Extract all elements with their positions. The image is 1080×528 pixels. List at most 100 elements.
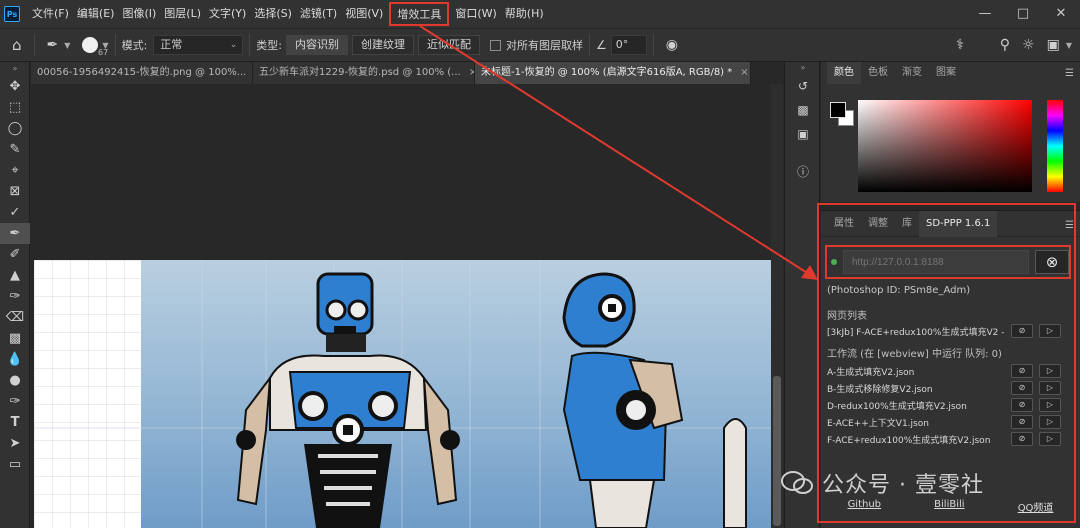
eyedropper-tool-icon[interactable]: ✓ [0, 202, 30, 223]
saturation-brightness-field[interactable] [858, 100, 1032, 192]
run-icon[interactable]: ▷ [1039, 398, 1061, 412]
rectangle-tool-icon[interactable]: ▭ [0, 454, 30, 475]
angle-input[interactable]: 0° [610, 35, 647, 55]
info-icon[interactable]: ⓘ [785, 160, 821, 184]
qq-channel-link[interactable]: QQ频道 [1018, 499, 1054, 514]
menu-image[interactable]: 图像(I) [118, 0, 160, 28]
home-icon[interactable]: ⌂ [12, 36, 22, 54]
hue-slider[interactable] [1047, 100, 1063, 192]
menu-layer[interactable]: 图层(L) [160, 0, 205, 28]
tab-gradients[interactable]: 渐变 [895, 62, 929, 84]
close-icon[interactable]: ✕ [1042, 0, 1080, 28]
brush-preset-picker[interactable] [82, 37, 99, 53]
server-url-input[interactable] [843, 250, 1029, 274]
panel-menu-icon[interactable]: ☰ [1065, 220, 1074, 231]
eraser-tool-icon[interactable]: ⌫ [0, 307, 30, 328]
tab-adjustments[interactable]: 调整 [861, 211, 895, 237]
minimize-icon[interactable]: — [966, 0, 1004, 28]
sample-all-checkbox[interactable] [490, 39, 502, 51]
search-icon[interactable]: ⚲ [1000, 37, 1010, 53]
pressure-icon[interactable]: ◉ [666, 37, 678, 53]
foreground-color-swatch[interactable] [830, 102, 846, 118]
blur-tool-icon[interactable]: 💧 [0, 349, 30, 370]
menu-help[interactable]: 帮助(H) [501, 0, 548, 28]
lightbulb-icon[interactable]: ☼ [1022, 37, 1035, 53]
hide-icon[interactable]: ⊘ [1011, 381, 1033, 395]
close-tab-icon[interactable]: × [740, 62, 748, 84]
tab-sd-ppp[interactable]: SD-PPP 1.6.1 [919, 210, 998, 237]
plugin-icon[interactable]: ▩ [785, 98, 821, 122]
tab-properties[interactable]: 属性 [827, 211, 861, 237]
tab-libraries[interactable]: 库 [895, 211, 919, 237]
run-icon[interactable]: ▷ [1039, 415, 1061, 429]
tab-patterns[interactable]: 图案 [929, 62, 963, 84]
menu-select[interactable]: 选择(S) [250, 0, 296, 28]
type-create-texture[interactable]: 创建纹理 [352, 35, 415, 55]
panel-collapse-icon[interactable]: » [785, 62, 821, 74]
spot-healing-tool-icon[interactable]: ✒ [0, 223, 30, 244]
vertical-scrollbar[interactable] [771, 84, 783, 528]
tab-swatches[interactable]: 色板 [861, 62, 895, 84]
workflow-item-label: B-生成式移除修复V2.json [827, 384, 933, 395]
menu-window[interactable]: 窗口(W) [451, 0, 500, 28]
quick-select-tool-icon[interactable]: ✎ [0, 139, 30, 160]
disconnect-icon[interactable]: ⊗ [1035, 250, 1069, 274]
frame-tool-icon[interactable]: ⊠ [0, 181, 30, 202]
history-icon[interactable]: ↺ [785, 74, 821, 98]
type-tool-icon[interactable]: T [0, 412, 30, 433]
tools-panel: » ✥ ⬚ ◯ ✎ ⌖ ⊠ ✓ ✒ ✐ ▲ ✑ ⌫ ▩ 💧 ● ✑ T ➤ ▭ [0, 62, 30, 528]
menu-view[interactable]: 视图(V) [341, 0, 387, 28]
workspace-icon[interactable]: ▣ [1047, 37, 1060, 53]
menu-file[interactable]: 文件(F) [28, 0, 73, 28]
lasso-tool-icon[interactable]: ◯ [0, 118, 30, 139]
canvas-area[interactable] [31, 84, 771, 528]
menu-filter[interactable]: 滤镜(T) [296, 0, 341, 28]
comments-icon[interactable]: ▣ [785, 122, 821, 146]
stamp-tool-icon[interactable]: ▲ [0, 265, 30, 286]
crop-tool-icon[interactable]: ⌖ [0, 160, 30, 181]
run-icon[interactable]: ▷ [1039, 324, 1061, 338]
menu-edit[interactable]: 编辑(E) [73, 0, 119, 28]
history-brush-tool-icon[interactable]: ✑ [0, 286, 30, 307]
brush-tool-icon[interactable]: ✐ [0, 244, 30, 265]
scroll-thumb[interactable] [773, 376, 781, 526]
move-tool-icon[interactable]: ✥ [0, 76, 30, 97]
divider [249, 34, 251, 56]
hide-icon[interactable]: ⊘ [1011, 432, 1033, 446]
type-content-aware[interactable]: 内容识别 [286, 35, 349, 55]
flask-icon[interactable]: ⚕ [956, 37, 964, 53]
chevron-down-icon[interactable]: ▼ [64, 41, 70, 50]
run-icon[interactable]: ▷ [1039, 364, 1061, 378]
pen-tool-icon[interactable]: ✑ [0, 391, 30, 412]
workflow-item: F-ACE+redux100%生成式填充V2.json ⊘ ▷ [827, 431, 1067, 447]
panel-menu-icon[interactable]: ☰ [1065, 68, 1074, 79]
dodge-tool-icon[interactable]: ● [0, 370, 30, 391]
panel-collapse-icon[interactable]: » [0, 62, 30, 76]
tab-color[interactable]: 颜色 [827, 62, 861, 84]
spot-healing-brush-icon[interactable]: ✒ [47, 37, 59, 53]
doc-tab-active[interactable]: 未标题-1-恢复的 @ 100% (启源文字616版A, RGB/8) * × [475, 62, 751, 84]
doc-tab[interactable]: 五少新车派对1229-恢复的.psd @ 100% (... × [253, 62, 475, 84]
hide-icon[interactable]: ⊘ [1011, 415, 1033, 429]
github-link[interactable]: Github [848, 499, 881, 514]
workflow-item-label: A-生成式填充V2.json [827, 367, 915, 378]
chevron-down-icon[interactable]: ▼ [1066, 41, 1072, 50]
menu-bar: Ps 文件(F) 编辑(E) 图像(I) 图层(L) 文字(Y) 选择(S) 滤… [0, 0, 1080, 28]
path-select-tool-icon[interactable]: ➤ [0, 433, 30, 454]
type-proximity-match[interactable]: 近似匹配 [418, 35, 481, 55]
hide-icon[interactable]: ⊘ [1011, 324, 1033, 338]
hide-icon[interactable]: ⊘ [1011, 364, 1033, 378]
gradient-tool-icon[interactable]: ▩ [0, 328, 30, 349]
sample-all-label: 对所有图层取样 [506, 39, 584, 52]
menu-plugins[interactable]: 增效工具 [389, 2, 450, 26]
run-icon[interactable]: ▷ [1039, 432, 1061, 446]
marquee-tool-icon[interactable]: ⬚ [0, 97, 30, 118]
mode-select[interactable]: 正常 ⌄ [153, 35, 244, 55]
document-artwork[interactable] [34, 260, 771, 528]
menu-type[interactable]: 文字(Y) [205, 0, 250, 28]
bilibili-link[interactable]: BiliBili [934, 499, 964, 514]
doc-tab[interactable]: 00056-1956492415-恢复的.png @ 100%... × [31, 62, 253, 84]
run-icon[interactable]: ▷ [1039, 381, 1061, 395]
maximize-icon[interactable]: □ [1004, 0, 1042, 28]
hide-icon[interactable]: ⊘ [1011, 398, 1033, 412]
